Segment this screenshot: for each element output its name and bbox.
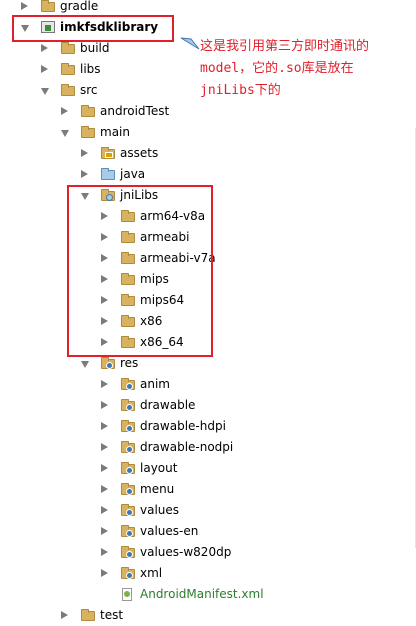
- tree-row-label: libs: [80, 62, 101, 76]
- tree-row-androidmanifest-xml[interactable]: AndroidManifest.xml: [0, 584, 416, 605]
- tree-row-label: xml: [140, 566, 163, 580]
- tree-row-label: values-en: [140, 524, 199, 538]
- tree-row-label: values-w820dp: [140, 545, 232, 559]
- collapsed-arrow-icon[interactable]: [41, 44, 48, 52]
- tree-row-label: assets: [120, 146, 159, 160]
- tree-row-label: AndroidManifest.xml: [140, 587, 264, 601]
- tree-row-label: main: [100, 125, 130, 139]
- tree-row-xml[interactable]: xml: [0, 563, 416, 584]
- tree-row-label: values: [140, 503, 180, 517]
- folder-icon: [61, 84, 75, 96]
- annotation-text: 这是我引用第三方即时通讯的 model，它的.so库是放在 jniLibs下的: [200, 39, 370, 98]
- collapsed-arrow-icon[interactable]: [101, 401, 108, 409]
- tree-row-label: androidTest: [100, 104, 170, 118]
- tree-row-menu[interactable]: menu: [0, 479, 416, 500]
- resource-folder-icon: [121, 378, 135, 390]
- tree-row-label: anim: [140, 377, 170, 391]
- collapsed-arrow-icon[interactable]: [101, 506, 108, 514]
- collapsed-arrow-icon[interactable]: [101, 422, 108, 430]
- collapsed-arrow-icon[interactable]: [61, 107, 68, 115]
- tree-row-label: drawable-hdpi: [140, 419, 226, 433]
- module-highlight-box: [12, 15, 174, 42]
- resource-folder-icon: [121, 441, 135, 453]
- folder-icon: [61, 63, 75, 75]
- collapsed-arrow-icon[interactable]: [61, 611, 68, 619]
- collapsed-arrow-icon[interactable]: [41, 65, 48, 73]
- tree-row-label: src: [80, 83, 98, 97]
- tree-row-androidtest[interactable]: androidTest: [0, 101, 416, 122]
- tree-row-values-en[interactable]: values-en: [0, 521, 416, 542]
- tree-row-java[interactable]: java: [0, 164, 416, 185]
- resource-folder-icon: [121, 462, 135, 474]
- manifest-file-icon: [121, 588, 135, 601]
- collapsed-arrow-icon[interactable]: [81, 149, 88, 157]
- tree-row-values-w820dp[interactable]: values-w820dp: [0, 542, 416, 563]
- tree-row-layout[interactable]: layout: [0, 458, 416, 479]
- expanded-arrow-icon[interactable]: [61, 130, 69, 137]
- jnilibs-highlight-box: [67, 185, 213, 357]
- tree-row-drawable-nodpi[interactable]: drawable-nodpi: [0, 437, 416, 458]
- collapsed-arrow-icon[interactable]: [101, 569, 108, 577]
- resource-folder-icon: [121, 399, 135, 411]
- collapsed-arrow-icon[interactable]: [101, 380, 108, 388]
- collapsed-arrow-icon[interactable]: [101, 548, 108, 556]
- collapsed-arrow-icon[interactable]: [101, 485, 108, 493]
- resource-folder-icon: [121, 567, 135, 579]
- collapsed-arrow-icon[interactable]: [81, 170, 88, 178]
- tree-row-label: layout: [140, 461, 178, 475]
- tree-row-test[interactable]: test: [0, 605, 416, 626]
- tree-row-label: drawable: [140, 398, 196, 412]
- tree-row-main[interactable]: main: [0, 122, 416, 143]
- assets-folder-icon: [101, 147, 115, 159]
- collapsed-arrow-icon[interactable]: [101, 443, 108, 451]
- folder-icon: [61, 42, 75, 54]
- expanded-arrow-icon[interactable]: [81, 361, 89, 368]
- collapsed-arrow-icon[interactable]: [21, 2, 28, 10]
- tree-row-values[interactable]: values: [0, 500, 416, 521]
- folder-icon: [81, 609, 95, 621]
- folder-icon: [81, 126, 95, 138]
- folder-icon: [81, 105, 95, 117]
- expanded-arrow-icon[interactable]: [41, 88, 49, 95]
- resource-folder-icon: [121, 504, 135, 516]
- tree-row-label: drawable-nodpi: [140, 440, 234, 454]
- resource-folder-icon: [121, 420, 135, 432]
- tree-row-label: menu: [140, 482, 175, 496]
- resource-folder-icon: [121, 525, 135, 537]
- resource-folder-icon: [101, 357, 115, 369]
- tree-row-drawable-hdpi[interactable]: drawable-hdpi: [0, 416, 416, 437]
- tree-row-assets[interactable]: assets: [0, 143, 416, 164]
- collapsed-arrow-icon[interactable]: [101, 527, 108, 535]
- source-folder-icon: [101, 168, 115, 180]
- collapsed-arrow-icon[interactable]: [101, 464, 108, 472]
- resource-folder-icon: [121, 483, 135, 495]
- folder-icon: [41, 0, 55, 12]
- tree-row-label: test: [100, 608, 124, 622]
- resource-folder-icon: [121, 546, 135, 558]
- tree-row-drawable[interactable]: drawable: [0, 395, 416, 416]
- tree-row-anim[interactable]: anim: [0, 374, 416, 395]
- tree-row-label: java: [120, 167, 146, 181]
- callout-arrow-icon: [180, 37, 200, 50]
